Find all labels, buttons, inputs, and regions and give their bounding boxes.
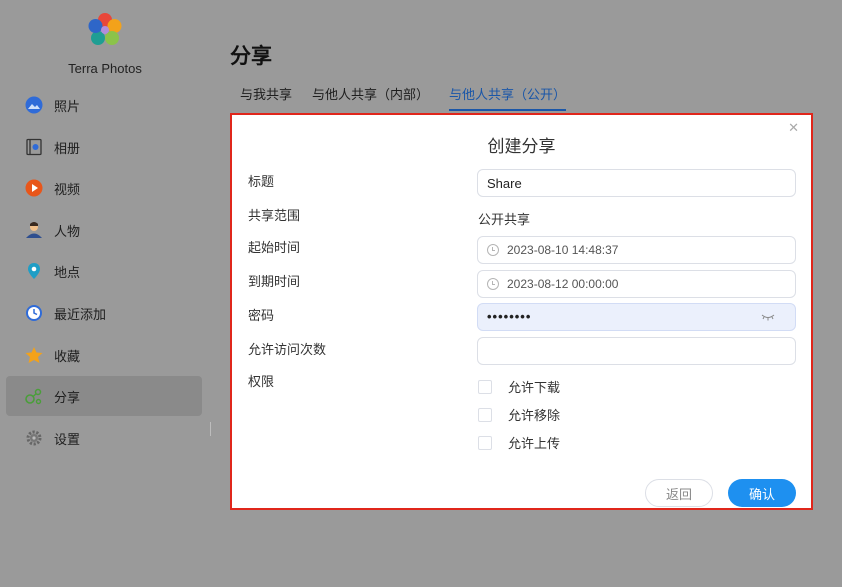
create-share-dialog: 创建分享 ✕ 标题 共享范围 起始时间 到期时间 密码 允许访问次数 权限 Sh… [230, 113, 813, 510]
visit-limit-label: 允许访问次数 [248, 342, 327, 357]
sidebar-item-videos[interactable]: 视频 [6, 168, 202, 208]
sidebar-item-recent[interactable]: 最近添加 [6, 293, 202, 333]
recent-icon [24, 303, 44, 323]
allow-download-checkbox[interactable]: 允许下载 [478, 377, 560, 396]
page-title: 分享 [230, 45, 272, 68]
sidebar-item-label: 视频 [54, 181, 81, 197]
start-time-label: 起始时间 [248, 240, 301, 255]
app-logo-icon [88, 13, 122, 45]
sidebar-item-label: 收藏 [54, 348, 81, 364]
checkbox-box[interactable] [478, 379, 492, 394]
sidebar-item-label: 人物 [54, 223, 81, 239]
sidebar-item-label: 分享 [54, 389, 81, 405]
back-button[interactable]: 返回 [645, 479, 713, 507]
start-time-picker[interactable]: 2023-08-10 14:48:37 [477, 236, 796, 264]
video-icon [24, 178, 44, 198]
sidebar-item-photos[interactable]: 照片 [6, 85, 202, 125]
sidebar-item-share[interactable]: 分享 [6, 376, 202, 416]
checkbox-label: 允许下载 [508, 380, 561, 395]
sidebar-item-settings[interactable]: 设置 [6, 418, 202, 458]
people-icon [24, 220, 44, 240]
expiry-time-label: 到期时间 [248, 274, 301, 289]
password-input[interactable]: •••••••• [477, 303, 796, 331]
scope-value: 公开共享 [478, 212, 531, 227]
title-input-value: Share [487, 175, 522, 191]
gear-icon [24, 428, 44, 448]
photo-icon [24, 95, 44, 115]
sidebar-item-label: 相册 [54, 140, 81, 156]
checkbox-label: 允许上传 [508, 436, 561, 451]
share-icon [24, 386, 44, 406]
sidebar-item-label: 照片 [54, 98, 81, 114]
clock-icon [487, 244, 499, 256]
share-tabs: 与我共享 与他人共享（内部） 与他人共享（公开） [240, 84, 586, 111]
scope-label: 共享范围 [248, 208, 301, 223]
visit-limit-input[interactable] [477, 337, 796, 365]
clock-icon [487, 278, 499, 290]
sidebar: Terra Photos 照片 相册 视频 人物 地点 最近添加 收藏 分享 设… [0, 0, 210, 587]
star-icon [24, 345, 44, 365]
sidebar-item-favorites[interactable]: 收藏 [6, 335, 202, 375]
permissions-label: 权限 [248, 374, 275, 389]
title-label: 标题 [248, 174, 275, 189]
location-icon [24, 261, 44, 281]
tab-shared-public[interactable]: 与他人共享（公开） [449, 84, 567, 111]
checkbox-box[interactable] [478, 407, 492, 422]
checkbox-label: 允许移除 [508, 408, 561, 423]
password-value: •••••••• [487, 308, 532, 324]
allow-remove-checkbox[interactable]: 允许移除 [478, 405, 560, 424]
sidebar-item-people[interactable]: 人物 [6, 210, 202, 250]
sidebar-item-label: 地点 [54, 264, 81, 280]
start-time-value: 2023-08-10 14:48:37 [507, 243, 619, 257]
album-icon [24, 137, 44, 157]
title-input[interactable]: Share [477, 169, 796, 197]
sidebar-item-label: 设置 [54, 431, 81, 447]
allow-upload-checkbox[interactable]: 允许上传 [478, 433, 560, 452]
expiry-time-picker[interactable]: 2023-08-12 00:00:00 [477, 270, 796, 298]
password-label: 密码 [248, 308, 275, 323]
sidebar-item-places[interactable]: 地点 [6, 251, 202, 291]
sidebar-resize-handle[interactable] [210, 422, 211, 436]
dialog-title: 创建分享 [487, 137, 556, 156]
sidebar-item-albums[interactable]: 相册 [6, 127, 202, 167]
expiry-time-value: 2023-08-12 00:00:00 [507, 277, 619, 291]
tab-shared-with-me[interactable]: 与我共享 [240, 84, 292, 111]
app-name: Terra Photos [68, 61, 142, 76]
sidebar-item-label: 最近添加 [54, 306, 107, 322]
confirm-button[interactable]: 确认 [728, 479, 796, 507]
tab-shared-internal[interactable]: 与他人共享（内部） [312, 84, 429, 111]
checkbox-box[interactable] [478, 435, 492, 450]
close-icon[interactable]: ✕ [788, 120, 799, 136]
eye-closed-icon[interactable] [761, 313, 775, 321]
